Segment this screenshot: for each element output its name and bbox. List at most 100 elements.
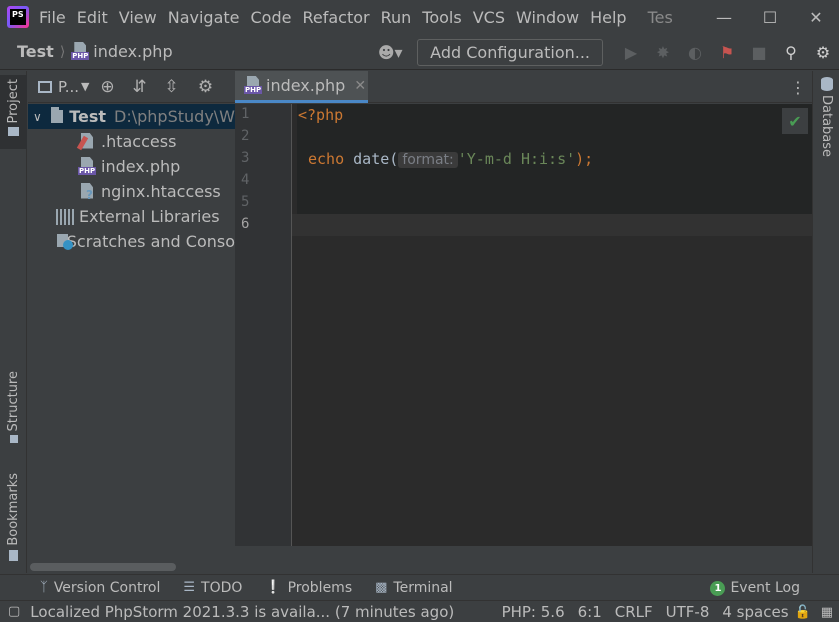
terminal-icon: ▩	[375, 580, 388, 595]
code-line-3: echo date(format: 'Y-m-d H:i:s');	[308, 150, 594, 168]
close-button[interactable]: ✕	[793, 0, 839, 34]
php-file-icon	[244, 76, 263, 96]
collapse-all-icon[interactable]: ⇳	[155, 77, 187, 97]
menu-edit[interactable]: Edit	[77, 8, 108, 27]
inspection-ok-icon[interactable]: ✔	[782, 108, 808, 134]
tree-external-libraries[interactable]: External Libraries	[28, 204, 235, 229]
indent-widget[interactable]: 4 spaces	[722, 603, 788, 621]
coverage-icon[interactable]: ◐	[679, 38, 711, 66]
project-tree: ∨ Test D:\phpStudy\W .htaccess index.php…	[28, 104, 235, 254]
caret-position-widget[interactable]: 6:1	[578, 603, 602, 621]
minimize-button[interactable]: —	[701, 0, 747, 34]
folder-icon	[8, 127, 19, 137]
menu-view[interactable]: View	[119, 8, 157, 27]
project-panel-header: P... ▼ ⊕ ⇵ ⇳ ⚙	[28, 71, 235, 103]
project-tool-tab[interactable]: Project	[0, 75, 27, 149]
profile-icon[interactable]: ⚑	[711, 38, 743, 66]
project-view-icon	[38, 80, 52, 93]
memory-indicator-icon[interactable]: ▦	[821, 605, 833, 620]
library-icon	[56, 208, 74, 225]
project-view-selector[interactable]: P... ▼	[38, 78, 89, 96]
user-icon[interactable]: ☻▾	[373, 43, 407, 62]
phpstorm-logo-icon: PS	[7, 6, 29, 28]
run-icon[interactable]: ▶	[615, 38, 647, 66]
encoding-widget[interactable]: UTF-8	[666, 603, 710, 621]
lock-icon[interactable]: 🔓	[795, 605, 811, 620]
project-root-path: D:\phpStudy\W	[114, 107, 235, 126]
breadcrumb-project[interactable]: Test	[17, 42, 54, 61]
parameter-hint: format:	[398, 152, 458, 168]
status-widgets: PHP: 5.6 6:1 CRLF UTF-8 4 spaces 🔓 ▦	[502, 601, 839, 622]
tree-root-test[interactable]: ∨ Test D:\phpStudy\W	[28, 104, 235, 129]
code-editor[interactable]: 1 2 3 4 5 6 <?php echo date(format: 'Y-m-…	[235, 104, 812, 546]
breadcrumb-file[interactable]: index.php	[93, 42, 172, 61]
menu-file[interactable]: File	[39, 8, 66, 27]
more-options-icon[interactable]: ⋮	[784, 71, 812, 103]
tree-file-htaccess[interactable]: .htaccess	[28, 129, 235, 154]
php-file-icon	[71, 42, 90, 62]
line-number: 5	[241, 194, 250, 210]
menu-run[interactable]: Run	[381, 8, 412, 27]
structure-tool-tab[interactable]: Structure	[0, 371, 27, 453]
event-count-badge: 1	[710, 580, 726, 596]
structure-icon	[9, 435, 18, 444]
terminal-button[interactable]: ▩ Terminal	[375, 580, 452, 596]
locate-file-icon[interactable]: ⊕	[91, 77, 123, 97]
project-panel: P... ▼ ⊕ ⇵ ⇳ ⚙ ∨ Test D:\phpStudy\W .htac…	[28, 71, 235, 573]
project-root-name: Test	[69, 107, 107, 126]
php-file-icon	[78, 157, 97, 177]
tool-window-bar: ᛉ Version Control ☰ TODO ❕ Problems ▩ Termin…	[0, 574, 839, 600]
problems-button[interactable]: ❕ Problems	[265, 580, 352, 596]
window-title: Tes	[647, 7, 673, 27]
run-toolbar: ☻▾ Add Configuration... ▶ ✸ ◐ ⚑ ■ ⚲ ⚙	[373, 34, 839, 70]
menu-help[interactable]: Help	[590, 8, 626, 27]
close-tab-icon[interactable]: ✕	[354, 78, 366, 94]
debug-icon[interactable]: ✸	[647, 38, 679, 66]
settings-gear-icon[interactable]: ⚙	[807, 38, 839, 66]
maximize-button[interactable]: ☐	[747, 0, 793, 34]
line-separator-widget[interactable]: CRLF	[615, 603, 653, 621]
line-number-gutter: 1 2 3 4 5 6	[235, 104, 292, 546]
event-log-button[interactable]: 1 Event Log	[710, 575, 800, 601]
tree-file-index-php[interactable]: index.php	[28, 154, 235, 179]
tree-file-nginx-htaccess[interactable]: nginx.htaccess	[28, 179, 235, 204]
line-number: 6	[241, 216, 250, 232]
bookmarks-tool-tab[interactable]: Bookmarks	[0, 473, 27, 565]
code-line-1: <?php	[298, 106, 344, 124]
version-control-button[interactable]: ᛉ Version Control	[40, 580, 160, 596]
left-tool-strip: Project Structure Bookmarks	[0, 71, 27, 573]
current-line-highlight	[292, 214, 812, 236]
unknown-file-icon	[78, 182, 96, 202]
status-message[interactable]: Localized PhpStorm 2021.3.3 is availa...…	[30, 603, 454, 621]
info-icon: ❕	[265, 580, 282, 595]
search-icon[interactable]: ⚲	[775, 38, 807, 66]
menu-vcs[interactable]: VCS	[473, 8, 505, 27]
line-number: 1	[241, 106, 250, 122]
database-icon	[820, 77, 833, 91]
chevron-right-icon: ⟩	[59, 43, 66, 60]
line-number: 4	[241, 172, 250, 188]
add-configuration-button[interactable]: Add Configuration...	[417, 38, 603, 66]
menu-window[interactable]: Window	[516, 8, 579, 27]
menu-tools[interactable]: Tools	[422, 8, 461, 27]
notification-icon[interactable]: ▢	[8, 604, 20, 619]
menu-code[interactable]: Code	[251, 8, 292, 27]
horizontal-scrollbar[interactable]	[30, 563, 176, 571]
todo-button[interactable]: ☰ TODO	[183, 580, 242, 596]
bookmark-icon	[9, 549, 18, 561]
menu-refactor[interactable]: Refactor	[302, 8, 369, 27]
tab-index-php[interactable]: index.php ✕	[235, 71, 368, 103]
list-icon: ☰	[183, 580, 196, 595]
database-tool-tab[interactable]: Database	[813, 77, 839, 157]
chevron-down-icon[interactable]: ∨	[33, 110, 43, 124]
editor-bottom-area	[235, 546, 812, 573]
panel-settings-gear-icon[interactable]: ⚙	[189, 77, 221, 97]
editor-tab-bar: index.php ✕ ⋮	[235, 71, 812, 103]
htaccess-file-icon	[78, 132, 96, 152]
right-tool-strip: Database	[812, 71, 839, 573]
stop-icon[interactable]: ■	[743, 38, 775, 66]
expand-all-icon[interactable]: ⇵	[123, 77, 155, 97]
php-version-widget[interactable]: PHP: 5.6	[502, 603, 565, 621]
menu-navigate[interactable]: Navigate	[168, 8, 240, 27]
tree-scratches[interactable]: Scratches and Conso	[28, 229, 235, 254]
